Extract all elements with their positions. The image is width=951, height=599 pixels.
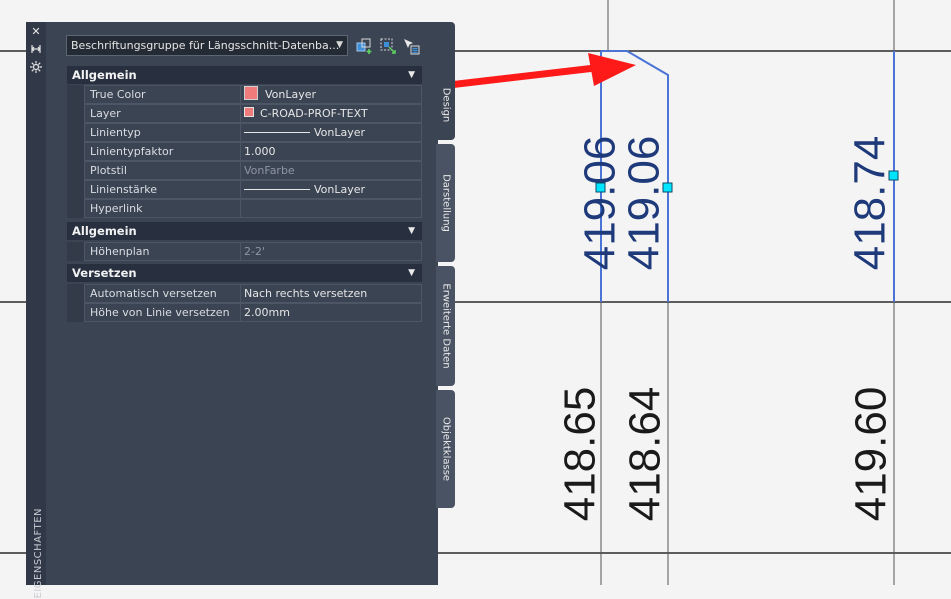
elevation-label-top[interactable]: 419.06 xyxy=(620,136,669,271)
lineweight-preview xyxy=(244,189,310,190)
section-header-allgemein[interactable]: Allgemein ▼ xyxy=(67,66,422,84)
tab-label: Darstellung xyxy=(440,174,451,232)
property-row-profile-view[interactable]: Höhenplan 2-2' xyxy=(84,242,422,261)
property-label: Hyperlink xyxy=(84,199,241,218)
row-gutter xyxy=(67,242,84,261)
row-gutter xyxy=(67,85,84,218)
settings-icon[interactable] xyxy=(29,60,43,74)
tab-label: Objektklasse xyxy=(440,416,451,482)
elevation-label-bottom: 419.60 xyxy=(847,387,896,522)
property-label: Höhenplan xyxy=(84,242,241,261)
property-value-text: VonLayer xyxy=(314,126,366,139)
quick-select-icon[interactable] xyxy=(402,37,420,55)
collapse-icon: ▼ xyxy=(408,268,415,278)
tab-label: Design xyxy=(440,87,451,122)
grip-handle[interactable] xyxy=(888,170,899,181)
palette-content: Beschriftungsgruppe für Längsschnitt-Dat… xyxy=(46,22,438,585)
close-icon[interactable]: ✕ xyxy=(29,25,43,39)
property-label: Automatisch versetzen xyxy=(84,284,241,303)
tab-darstellung[interactable]: Darstellung xyxy=(436,144,455,262)
linetype-preview xyxy=(244,132,310,133)
property-value: VonFarbe xyxy=(241,161,422,180)
property-value[interactable]: C-ROAD-PROF-TEXT xyxy=(241,104,422,123)
select-objects-icon[interactable] xyxy=(379,37,397,55)
property-value[interactable]: Nach rechts versetzen xyxy=(241,284,422,303)
property-label: Linientyp xyxy=(84,123,241,142)
tab-label: Erweiterte Daten xyxy=(440,283,451,369)
row-gutter xyxy=(67,284,84,322)
property-value[interactable] xyxy=(241,199,422,218)
tab-design[interactable]: Design xyxy=(436,22,455,140)
property-row-offset-height[interactable]: Höhe von Linie versetzen 2.00mm xyxy=(84,303,422,322)
object-type-selector[interactable]: Beschriftungsgruppe für Längsschnitt-Dat… xyxy=(66,35,348,56)
grip-handle[interactable] xyxy=(662,182,673,193)
property-row-lineweight[interactable]: Linienstärke VonLayer xyxy=(84,180,422,199)
selector-value: Beschriftungsgruppe für Längsschnitt-Dat… xyxy=(71,39,340,52)
elevation-label-top[interactable]: 419.06 xyxy=(576,136,625,271)
property-row-hyperlink[interactable]: Hyperlink xyxy=(84,199,422,218)
property-value[interactable]: VonLayer xyxy=(241,180,422,199)
elevation-label-bottom: 418.64 xyxy=(621,387,670,522)
property-row-plotstyle[interactable]: Plotstil VonFarbe xyxy=(84,161,422,180)
property-label: Linientypfaktor xyxy=(84,142,241,161)
property-value-text: VonLayer xyxy=(314,183,366,196)
palette-titlebar[interactable]: ✕ EIGENSCHAFTEN xyxy=(26,22,46,599)
tab-erweiterte-daten[interactable]: Erweiterte Daten xyxy=(436,266,455,386)
property-value-text: C-ROAD-PROF-TEXT xyxy=(260,107,368,120)
autohide-icon[interactable] xyxy=(29,42,43,56)
property-label: Plotstil xyxy=(84,161,241,180)
elevation-label-bottom: 418.65 xyxy=(556,387,605,522)
property-row-layer[interactable]: Layer C-ROAD-PROF-TEXT xyxy=(84,104,422,123)
elevation-label-top[interactable]: 418.74 xyxy=(846,136,895,271)
property-row-auto-offset[interactable]: Automatisch versetzen Nach rechts verset… xyxy=(84,284,422,303)
chevron-down-icon: ▼ xyxy=(336,40,343,50)
toggle-pickadd-icon[interactable] xyxy=(356,37,374,55)
color-swatch xyxy=(244,86,258,100)
property-label: Layer xyxy=(84,104,241,123)
section-header-allgemein-2[interactable]: Allgemein ▼ xyxy=(67,222,422,240)
collapse-icon: ▼ xyxy=(408,226,415,236)
property-value-text: VonLayer xyxy=(265,88,317,101)
collapse-icon: ▼ xyxy=(408,70,415,80)
section-header-versetzen[interactable]: Versetzen ▼ xyxy=(67,264,422,282)
layer-color-swatch xyxy=(244,107,254,117)
property-value[interactable]: 1.000 xyxy=(241,142,422,161)
palette-tabs: Design Darstellung Erweiterte Daten Obje… xyxy=(436,22,456,585)
property-value[interactable]: VonLayer xyxy=(241,123,422,142)
tab-objektklasse[interactable]: Objektklasse xyxy=(436,390,455,508)
property-row-linetype-scale[interactable]: Linientypfaktor 1.000 xyxy=(84,142,422,161)
property-value[interactable]: VonLayer xyxy=(241,85,422,104)
property-label: Linienstärke xyxy=(84,180,241,199)
property-row-linetype[interactable]: Linientyp VonLayer xyxy=(84,123,422,142)
property-value[interactable]: 2.00mm xyxy=(241,303,422,322)
grip-handle[interactable] xyxy=(595,182,606,193)
property-label: Höhe von Linie versetzen xyxy=(84,303,241,322)
property-label: True Color xyxy=(84,85,241,104)
property-row-true-color[interactable]: True Color VonLayer xyxy=(84,85,422,104)
property-value: 2-2' xyxy=(241,242,422,261)
